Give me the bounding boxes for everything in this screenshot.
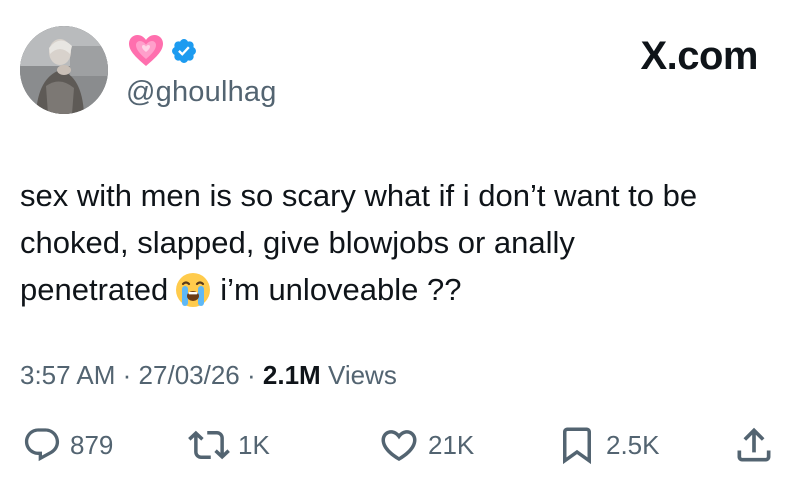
like-button[interactable]: 21K [378, 420, 474, 470]
timestamp-time[interactable]: 3:57 AM [20, 360, 115, 390]
reply-icon [24, 428, 60, 462]
tweet-text: sex with men is so scary what if i don’t… [20, 172, 790, 322]
repost-icon [188, 430, 230, 460]
tweet-text-line: sex with men is so scary what if i don’t… [20, 178, 698, 213]
bookmark-count: 2.5K [606, 429, 660, 460]
display-name-row[interactable] [128, 34, 198, 68]
tweet-text-line: penetrated i’m unloveable ?? [20, 266, 790, 322]
avatar-photo [20, 26, 108, 114]
separator-dot: · [247, 360, 256, 390]
timestamp-date[interactable]: 27/03/26 [139, 360, 240, 390]
heart-icon [381, 430, 417, 462]
views-count: 2.1M [262, 360, 321, 390]
reply-button[interactable]: 879 [22, 420, 113, 470]
tweet-text-line: choked, slapped, give blowjobs or anally [20, 225, 575, 260]
separator-dot: · [122, 360, 132, 390]
like-count: 21K [428, 429, 475, 460]
bookmark-icon [563, 427, 591, 465]
share-icon [737, 427, 771, 462]
action-bar: 879 1K 21K 2.5K [0, 420, 800, 470]
tweet-meta: 3:57 AM · 27/03/26 · 2.1M Views [20, 360, 397, 391]
brand-logo: X.com [640, 34, 758, 78]
verified-badge-icon [172, 39, 196, 63]
loudly-crying-face-emoji-icon [174, 271, 212, 322]
tweet-text-fragment: i’m unloveable ?? [220, 272, 462, 307]
growing-heart-emoji-icon [129, 35, 163, 66]
share-button[interactable] [732, 420, 776, 470]
bookmark-button[interactable]: 2.5K [556, 420, 660, 470]
views-label: Views [327, 360, 397, 390]
tweet-card: @ghoulhag X.com sex with men is so scary… [0, 0, 800, 490]
repost-count: 1K [238, 429, 270, 460]
user-handle[interactable]: @ghoulhag [126, 76, 277, 109]
reply-count: 879 [70, 429, 114, 460]
tweet-text-fragment: penetrated [20, 272, 169, 307]
repost-button[interactable]: 1K [188, 420, 270, 470]
avatar[interactable] [20, 26, 108, 114]
